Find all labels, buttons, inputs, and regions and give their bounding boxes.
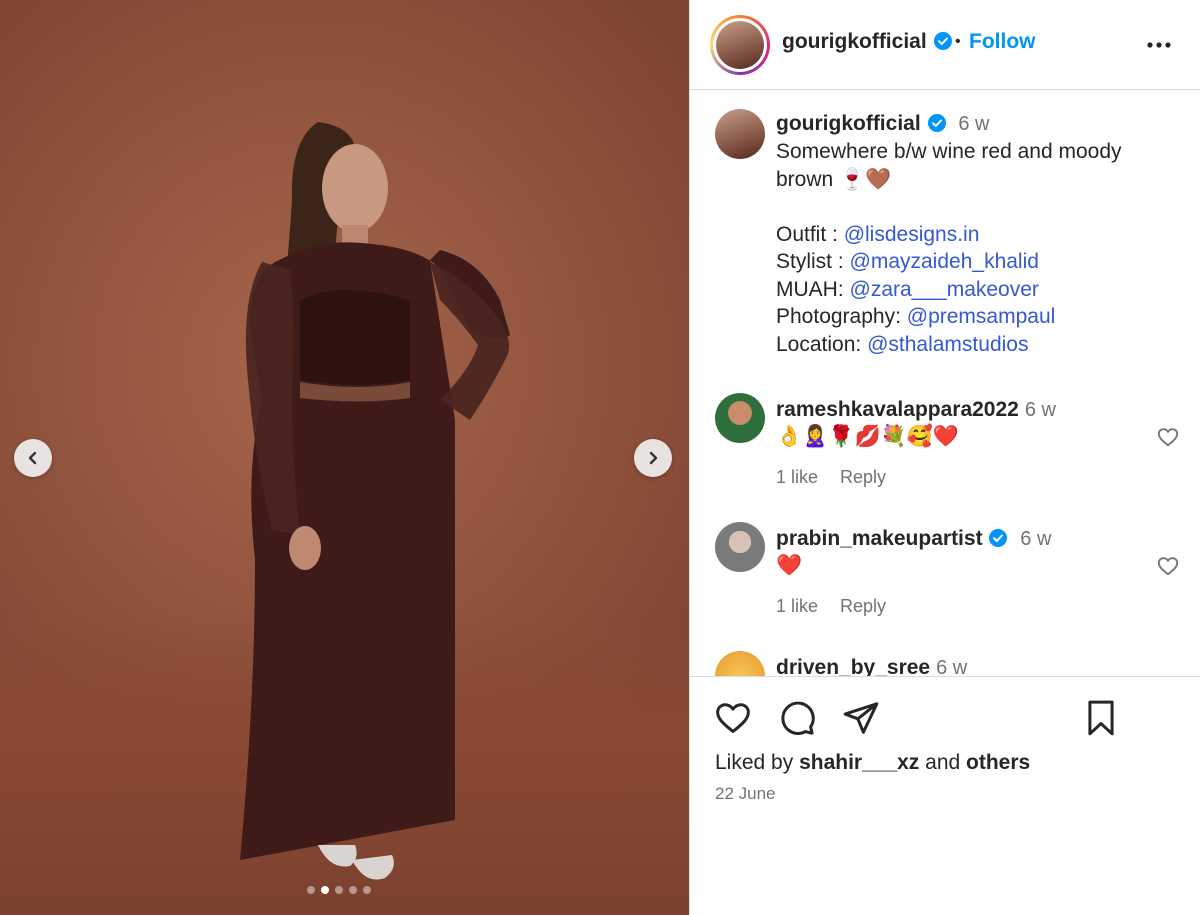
liked-by-user[interactable]: shahir___xz (799, 751, 919, 774)
credit-location: Location: @sthalamstudios (776, 332, 1029, 356)
credit-muah: MUAH: @zara___makeover (776, 277, 1039, 301)
commenter-avatar[interactable] (715, 651, 765, 676)
like-comment-heart-icon[interactable] (1157, 426, 1179, 448)
carousel-dots (307, 886, 371, 894)
previous-photo-button[interactable] (14, 439, 52, 477)
commenter-avatar[interactable] (715, 393, 765, 443)
credit-outfit: Outfit : @lisdesigns.in (776, 222, 980, 246)
like-comment-heart-icon[interactable] (1157, 555, 1179, 577)
carousel-dot-active (321, 886, 329, 894)
mention-link[interactable]: @mayzaideh_khalid (850, 250, 1039, 273)
liked-by-others[interactable]: others (966, 751, 1030, 774)
comment-like-count[interactable]: 1 like (776, 596, 818, 617)
comment-username[interactable]: rameshkavalappara2022 6 w (776, 398, 1056, 422)
separator-dot: • (955, 33, 961, 50)
comments-section[interactable]: gourigkofficial 6 w Somewhere b/w wine r… (690, 91, 1200, 676)
caption-text: Somewhere b/w wine red and moody brown 🍷… (776, 138, 1186, 358)
mention-link[interactable]: @premsampaul (907, 305, 1056, 328)
caption-line: brown 🍷🤎 (776, 167, 892, 191)
chevron-right-icon (649, 451, 658, 465)
comment-like-count[interactable]: 1 like (776, 467, 818, 488)
comment-bubble-icon[interactable] (778, 699, 816, 737)
commenter-avatar[interactable] (715, 522, 765, 572)
verified-badge-icon (927, 114, 946, 132)
reply-button[interactable]: Reply (840, 596, 886, 617)
verified-badge-icon (933, 32, 952, 50)
comment-username[interactable]: driven_by_sree 6 w (776, 656, 967, 676)
action-bar (714, 699, 880, 737)
comment-username[interactable]: prabin_makeupartist 6 w (776, 527, 1051, 551)
next-photo-button[interactable] (634, 439, 672, 477)
post-photo[interactable] (0, 0, 689, 915)
caption-time: 6 w (958, 113, 990, 135)
story-ring-avatar[interactable] (710, 15, 770, 75)
like-heart-icon[interactable] (714, 699, 752, 737)
post-header: gourigkofficial • Follow (690, 0, 1200, 90)
credit-photography: Photography: @premsampaul (776, 305, 1056, 328)
caption-line: Somewhere b/w wine red and moody (776, 140, 1122, 163)
carousel-dot (363, 886, 371, 894)
mention-link[interactable]: @sthalamstudios (867, 333, 1028, 356)
credit-stylist: Stylist : @mayzaideh_khalid (776, 250, 1039, 273)
model-figure (240, 122, 510, 880)
comment-meta: 1 like Reply (776, 596, 886, 617)
chevron-left-icon (28, 451, 37, 465)
mention-link[interactable]: @lisdesigns.in (844, 223, 980, 246)
comment-text: 👌🙎‍♀️🌹💋💐🥰❤️ (776, 425, 960, 448)
carousel-dot (307, 886, 315, 894)
reply-button[interactable]: Reply (840, 467, 886, 488)
post-actions-footer: Liked by shahir___xz and others 22 June (690, 676, 1200, 915)
comment-text: ❤️ (776, 554, 803, 577)
comment-meta: 1 like Reply (776, 467, 886, 488)
mention-link[interactable]: @zara___makeover (850, 278, 1039, 301)
carousel-dot (335, 886, 343, 894)
liked-by-text[interactable]: Liked by shahir___xz and others (715, 751, 1030, 775)
avatar (716, 21, 764, 69)
comment-time: 6 w (936, 657, 968, 676)
share-paper-plane-icon[interactable] (842, 699, 880, 737)
carousel-dot (349, 886, 357, 894)
verified-badge-icon (989, 529, 1008, 547)
post-date[interactable]: 22 June (715, 784, 776, 804)
comment-time: 6 w (1024, 399, 1056, 421)
more-options-icon[interactable] (1146, 32, 1172, 58)
author-username[interactable]: gourigkofficial (782, 30, 953, 54)
save-bookmark-icon[interactable] (1084, 699, 1118, 737)
post-side-panel: gourigkofficial • Follow gourigkofficial… (689, 0, 1200, 915)
comment-time: 6 w (1020, 528, 1052, 550)
caption-username[interactable]: gourigkofficial 6 w (776, 112, 990, 136)
follow-button[interactable]: Follow (969, 30, 1036, 54)
caption-avatar[interactable] (715, 109, 765, 159)
